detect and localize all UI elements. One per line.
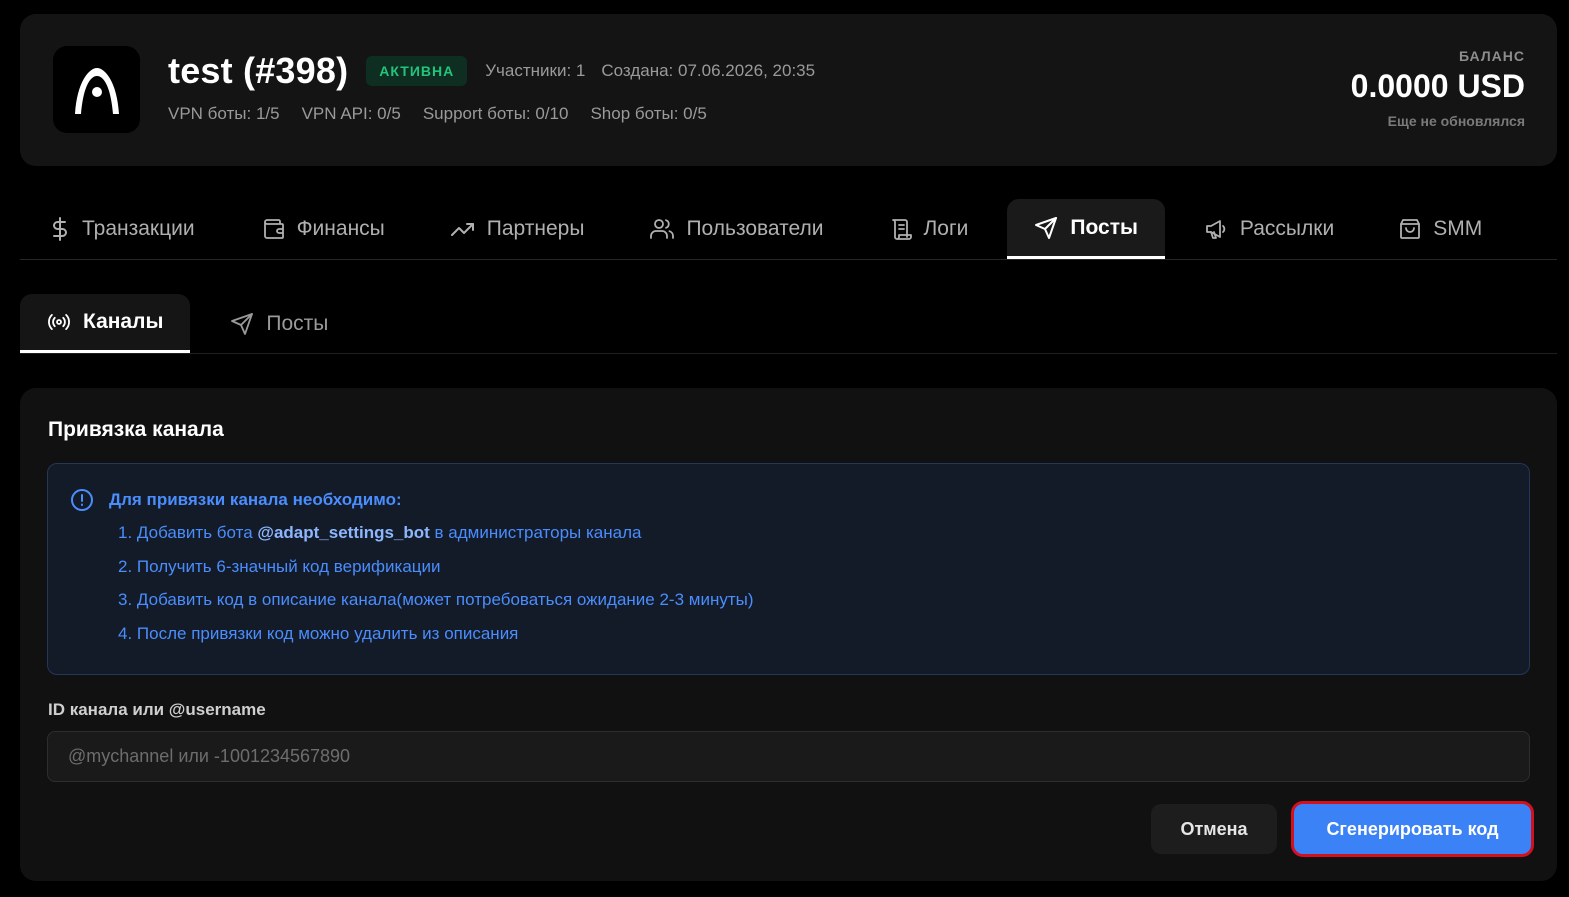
wallet-icon — [263, 219, 284, 239]
balance-value: 0.0000 USD — [1350, 68, 1525, 104]
tab-label: Финансы — [296, 217, 385, 240]
tab-partners[interactable]: Партнеры — [450, 199, 585, 259]
channel-binding-card: Привязка канала Для привязки канала необ… — [20, 388, 1557, 881]
channel-id-label: ID канала или @username — [48, 700, 266, 719]
limits-row: VPN боты: 1/5 VPN API: 0/5 Support боты:… — [168, 104, 707, 124]
scroll-icon — [891, 219, 912, 240]
subtab-posts[interactable]: Посты — [230, 294, 328, 353]
dollar-icon — [53, 217, 67, 241]
step-number: 2. — [118, 556, 133, 576]
step-number: 1. — [118, 523, 133, 542]
subtab-label: Посты — [266, 311, 329, 335]
created-date: Создана: 07.06.2026, 20:35 — [601, 61, 816, 80]
tab-label: Посты — [1070, 215, 1138, 239]
tab-users[interactable]: Пользователи — [650, 199, 824, 259]
tab-transactions[interactable]: Транзакции — [50, 199, 195, 259]
project-logo — [53, 46, 140, 133]
tab-finance[interactable]: Финансы — [263, 199, 385, 259]
tab-posts[interactable]: Посты — [1007, 199, 1165, 259]
main-tabs: Транзакции Финансы Партнеры Пользователи… — [20, 199, 1557, 260]
send-icon — [1035, 216, 1058, 239]
shopping-bag-icon — [1400, 219, 1421, 239]
tab-label: Транзакции — [82, 217, 195, 240]
subtab-label: Каналы — [83, 310, 164, 333]
tab-smm[interactable]: SMM — [1399, 199, 1482, 259]
info-step: 3. Добавить код в описание канала(может … — [118, 587, 754, 621]
project-title: test (#398) — [168, 50, 349, 91]
tab-label: SMM — [1433, 217, 1483, 240]
step-number: 4. — [118, 623, 133, 643]
step-text: в администраторы канала — [429, 523, 642, 542]
project-logo-icon — [74, 67, 119, 114]
step-text: Добавить код в описание канала(может пот… — [136, 590, 754, 609]
balance-label: БАЛАНС — [1459, 48, 1525, 64]
tab-label: Рассылки — [1239, 217, 1335, 240]
title-row: test (#398) АКТИВНА Участники: 1 Создана… — [168, 50, 815, 92]
info-heading-text: Для привязки канала необходимо: — [109, 490, 402, 509]
megaphone-icon — [1206, 220, 1226, 239]
users-icon — [650, 219, 675, 239]
tab-mailings[interactable]: Рассылки — [1204, 199, 1334, 259]
subtab-channels[interactable]: Каналы — [20, 294, 191, 353]
step-text: Добавить бота — [136, 523, 258, 542]
step-text: После привязки код можно удалить из опис… — [136, 623, 519, 643]
limit-shop-bots: Shop боты: 0/5 — [590, 104, 707, 123]
cancel-button[interactable]: Отмена — [1151, 804, 1277, 854]
info-heading: Для привязки канала необходимо: — [70, 488, 402, 512]
step-text: Получить 6-значный код верификации — [136, 556, 441, 576]
limit-vpn-bots: VPN боты: 1/5 — [168, 104, 280, 123]
status-badge: АКТИВНА — [366, 56, 468, 86]
tab-logs[interactable]: Логи — [890, 199, 969, 259]
page: test (#398) АКТИВНА Участники: 1 Создана… — [0, 0, 1569, 897]
tab-label: Партнеры — [486, 217, 585, 240]
info-box: Для привязки канала необходимо: 1. Добав… — [47, 463, 1530, 675]
radio-icon — [48, 314, 70, 330]
members-count: Участники: 1 — [485, 61, 586, 80]
project-header: test (#398) АКТИВНА Участники: 1 Создана… — [20, 14, 1557, 166]
info-icon — [71, 489, 93, 511]
trending-up-icon — [450, 223, 474, 236]
tab-label: Логи — [923, 217, 969, 240]
info-steps: 1. Добавить бота @adapt_settings_bot в а… — [118, 520, 754, 654]
tab-label: Пользователи — [686, 217, 824, 240]
sub-tabs: Каналы Посты — [20, 294, 1557, 354]
limit-vpn-api: VPN API: 0/5 — [301, 104, 401, 123]
generate-code-button[interactable]: Сгенерировать код — [1291, 801, 1534, 857]
info-step: 1. Добавить бота @adapt_settings_bot в а… — [118, 520, 754, 554]
balance-note: Еще не обновлялся — [1387, 113, 1525, 129]
balance-block: БАЛАНС 0.0000 USD Еще не обновлялся — [1351, 48, 1525, 129]
info-step: 4. После привязки код можно удалить из о… — [118, 621, 754, 655]
limit-support-bots: Support боты: 0/10 — [422, 104, 569, 123]
channel-id-input[interactable] — [47, 731, 1530, 782]
send-icon — [231, 312, 254, 335]
bot-username: @adapt_settings_bot — [257, 523, 430, 542]
info-step: 2. Получить 6-значный код верификации — [118, 554, 754, 588]
card-title: Привязка канала — [48, 418, 224, 441]
step-number: 3. — [118, 590, 133, 609]
